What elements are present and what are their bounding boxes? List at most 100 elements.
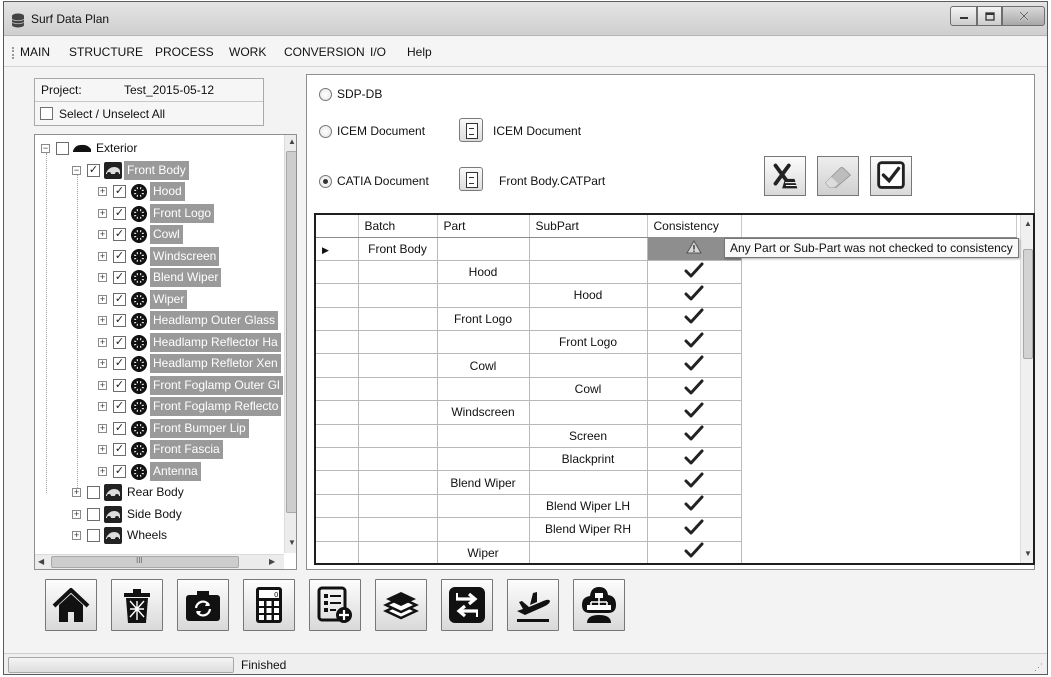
tree-node-label[interactable]: Wiper xyxy=(150,289,188,309)
column-header-subpart[interactable]: SubPart xyxy=(529,215,648,238)
tree-node-checkbox[interactable]: ✓ xyxy=(113,228,126,241)
cell-part[interactable]: Hood xyxy=(437,260,530,285)
cell-part[interactable]: Cowl xyxy=(437,353,530,378)
scroll-up-icon[interactable]: ▲ xyxy=(1024,219,1032,228)
cell-subpart[interactable]: Front Logo xyxy=(529,330,648,355)
grid-vertical-scrollbar[interactable]: ▲ ▼ xyxy=(1020,215,1033,563)
cell-consistency[interactable] xyxy=(647,283,742,308)
cell-consistency[interactable] xyxy=(647,400,742,425)
tree-node[interactable]: − Exterior xyxy=(35,139,284,160)
tree-node[interactable]: − ✓ Front Body xyxy=(35,160,284,182)
tree-node-checkbox[interactable]: ✓ xyxy=(113,357,126,370)
cell-batch[interactable] xyxy=(358,283,438,308)
row-header[interactable]: ▶ xyxy=(316,237,359,261)
expand-icon[interactable]: + xyxy=(98,316,107,325)
expand-icon[interactable]: + xyxy=(98,251,107,261)
table-row[interactable]: Front Logo xyxy=(316,330,1016,355)
catia-label[interactable]: CATIA Document xyxy=(337,174,429,188)
cell-subpart[interactable] xyxy=(529,470,648,495)
erase-button[interactable] xyxy=(817,156,859,196)
table-row[interactable]: Screen xyxy=(316,424,1016,449)
tree-node-label[interactable]: Blend Wiper xyxy=(150,268,222,287)
cell-consistency[interactable] xyxy=(647,541,742,563)
cell-batch[interactable] xyxy=(358,470,438,495)
tree-node-label[interactable]: Front Body xyxy=(124,160,189,180)
table-row[interactable]: Blend Wiper xyxy=(316,470,1016,495)
tree-node-checkbox[interactable]: ✓ xyxy=(113,314,126,327)
expand-icon[interactable]: + xyxy=(98,402,107,411)
icem-label[interactable]: ICEM Document xyxy=(337,124,425,138)
menu-io[interactable]: I/O xyxy=(370,45,386,59)
cell-subpart[interactable] xyxy=(529,400,648,425)
tree-vertical-scroll-thumb[interactable] xyxy=(286,151,296,513)
catia-radio[interactable] xyxy=(319,175,332,188)
calculator-button[interactable]: 0 xyxy=(243,579,295,631)
menu-structure[interactable]: STRUCTURE xyxy=(69,45,143,59)
delete-button[interactable] xyxy=(111,579,163,631)
sdp-db-label[interactable]: SDP-DB xyxy=(337,87,382,101)
column-header-part[interactable]: Part xyxy=(437,215,530,238)
cell-batch[interactable] xyxy=(358,353,438,378)
cell-subpart[interactable] xyxy=(529,353,648,378)
column-header-consistency[interactable]: Consistency xyxy=(647,215,742,238)
table-row[interactable]: Blend Wiper LH xyxy=(316,494,1016,519)
cell-part[interactable] xyxy=(437,494,530,519)
cell-part[interactable] xyxy=(437,517,530,542)
tree-node-checkbox[interactable]: ✓ xyxy=(113,464,126,478)
scroll-down-icon[interactable]: ▼ xyxy=(288,538,296,547)
cell-part[interactable] xyxy=(437,283,530,308)
cell-subpart[interactable] xyxy=(529,307,648,332)
tree-node-label[interactable]: Windscreen xyxy=(150,246,220,266)
tree-node[interactable]: + Side Body xyxy=(35,505,284,526)
cell-part[interactable]: Windscreen xyxy=(437,400,530,425)
document-icon[interactable] xyxy=(459,118,483,142)
cell-consistency[interactable] xyxy=(647,377,742,402)
row-header[interactable] xyxy=(316,470,359,495)
cell-batch[interactable] xyxy=(358,377,438,402)
table-row[interactable]: Blackprint xyxy=(316,447,1016,472)
maximize-button[interactable] xyxy=(977,6,1002,26)
expand-icon[interactable]: + xyxy=(98,359,107,368)
close-button[interactable] xyxy=(1002,6,1045,26)
tree-node-label[interactable]: Cowl xyxy=(150,225,183,244)
tree-node[interactable]: + ✓ Front Foglamp Outer Gl xyxy=(35,375,284,397)
clear-button[interactable] xyxy=(764,156,806,196)
tree-node-label[interactable]: Headlamp Reflector Ha xyxy=(150,332,281,352)
expand-icon[interactable]: + xyxy=(72,509,81,519)
table-row[interactable]: Windscreen xyxy=(316,400,1016,425)
cell-subpart[interactable]: Cowl xyxy=(529,377,648,402)
scroll-left-icon[interactable]: ◀ xyxy=(38,557,44,566)
tree-node-label[interactable]: Exterior xyxy=(93,139,140,158)
tree-node-label[interactable]: Front Foglamp Reflecto xyxy=(150,397,282,416)
tree-node-checkbox[interactable]: ✓ xyxy=(113,443,126,456)
tree-node-checkbox[interactable]: ✓ xyxy=(113,206,126,220)
tree-node-checkbox[interactable]: ✓ xyxy=(113,335,126,349)
tree-node-checkbox[interactable]: ✓ xyxy=(87,163,100,177)
cell-batch[interactable] xyxy=(358,517,438,542)
cell-subpart[interactable] xyxy=(529,541,648,563)
tree-node[interactable]: + ✓ Wiper xyxy=(35,289,284,311)
row-header[interactable] xyxy=(316,400,359,425)
cell-part[interactable]: Blend Wiper xyxy=(437,470,530,495)
expand-icon[interactable]: + xyxy=(98,294,107,304)
menu-main[interactable]: MAIN xyxy=(20,45,50,59)
add-list-button[interactable] xyxy=(309,579,361,631)
cell-consistency[interactable] xyxy=(647,517,742,542)
tree-node-checkbox[interactable]: ✓ xyxy=(113,249,126,263)
cell-consistency[interactable] xyxy=(647,260,742,285)
tree-node[interactable]: + ✓ Headlamp Reflector Ha xyxy=(35,332,284,354)
expand-icon[interactable]: + xyxy=(98,380,107,390)
cell-consistency[interactable] xyxy=(647,353,742,378)
tree-node[interactable]: + Wheels xyxy=(35,526,284,547)
cell-part[interactable] xyxy=(437,447,530,472)
tree-node[interactable]: + ✓ Hood xyxy=(35,182,284,203)
tree-node-checkbox[interactable] xyxy=(87,529,100,542)
expand-icon[interactable]: + xyxy=(72,531,81,540)
row-header[interactable] xyxy=(316,377,359,402)
sdp-db-radio[interactable] xyxy=(319,88,332,101)
cell-subpart[interactable]: Screen xyxy=(529,424,648,449)
menu-conversion[interactable]: CONVERSION xyxy=(284,45,365,59)
table-row[interactable]: Cowl xyxy=(316,377,1016,402)
menu-process[interactable]: PROCESS xyxy=(155,45,214,59)
cell-batch[interactable] xyxy=(358,330,438,355)
